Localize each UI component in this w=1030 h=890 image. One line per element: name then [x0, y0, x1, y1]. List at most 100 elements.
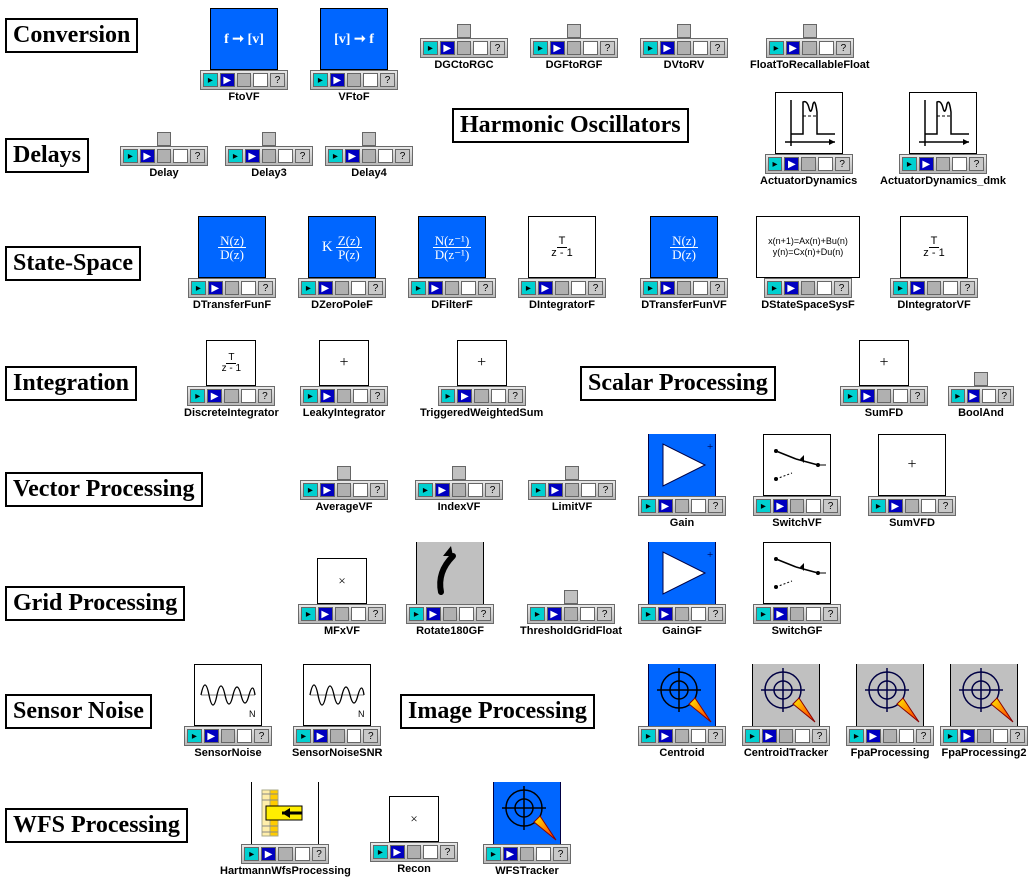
tb-help-icon[interactable]: ? — [478, 281, 493, 295]
tb-blank-icon[interactable] — [817, 281, 832, 295]
tb-help-icon[interactable]: ? — [834, 281, 849, 295]
tb-play-icon[interactable]: ▶ — [960, 729, 975, 743]
tb-blank-icon[interactable] — [253, 73, 268, 87]
tb-play-icon[interactable]: ▶ — [345, 149, 360, 163]
tb-stop-icon[interactable] — [335, 281, 350, 295]
tb-stop-icon[interactable] — [883, 729, 898, 743]
tb-blank-icon[interactable] — [347, 729, 362, 743]
tb-in-icon[interactable]: ▸ — [843, 389, 858, 403]
toolbar[interactable]: ▸▶? — [184, 726, 272, 746]
tb-in-icon[interactable]: ▸ — [373, 845, 388, 859]
tb-stop-icon[interactable] — [347, 73, 362, 87]
toolbar[interactable]: ▸▶? — [638, 604, 726, 624]
toolbar[interactable]: ▸▶? — [840, 386, 928, 406]
tb-play-icon[interactable]: ▶ — [457, 389, 472, 403]
tb-stop-icon[interactable] — [278, 847, 293, 861]
tb-blank-icon[interactable] — [693, 281, 708, 295]
tb-blank-icon[interactable] — [952, 157, 967, 171]
tb-in-icon[interactable]: ▸ — [187, 729, 202, 743]
tb-in-icon[interactable]: ▸ — [244, 847, 259, 861]
tb-play-icon[interactable]: ▶ — [320, 483, 335, 497]
tb-in-icon[interactable]: ▸ — [951, 389, 965, 403]
tb-stop-icon[interactable] — [262, 149, 277, 163]
block-rotate180gf[interactable]: ▸▶? Rotate180GF — [406, 542, 494, 637]
tb-help-icon[interactable]: ? — [380, 73, 395, 87]
toolbar[interactable]: ▸▶? — [438, 386, 526, 406]
tb-in-icon[interactable]: ▸ — [768, 157, 783, 171]
tb-play-icon[interactable]: ▶ — [658, 499, 673, 513]
tb-play-icon[interactable]: ▶ — [435, 483, 450, 497]
block-dtransferfunf[interactable]: N(z)D(z) ▸▶? DTransferFunF — [188, 216, 276, 311]
tb-play-icon[interactable]: ▶ — [318, 607, 333, 621]
tb-help-icon[interactable]: ? — [370, 483, 385, 497]
tb-stop-icon[interactable] — [801, 157, 816, 171]
toolbar[interactable]: ▸▶? — [890, 278, 978, 298]
tb-stop-icon[interactable] — [225, 281, 240, 295]
toolbar[interactable]: ▸▶? — [638, 496, 726, 516]
tb-stop-icon[interactable] — [337, 483, 352, 497]
tb-help-icon[interactable]: ? — [916, 729, 931, 743]
toolbar[interactable]: ▸▶? — [483, 844, 571, 864]
block-indexvf[interactable]: ▸▶? IndexVF — [415, 466, 503, 513]
tb-in-icon[interactable]: ▸ — [521, 281, 536, 295]
tb-play-icon[interactable]: ▶ — [658, 729, 673, 743]
tb-help-icon[interactable]: ? — [1010, 729, 1025, 743]
toolbar[interactable]: ▸▶? — [765, 154, 853, 174]
tb-in-icon[interactable]: ▸ — [871, 499, 886, 513]
tb-play-icon[interactable]: ▶ — [762, 729, 777, 743]
tb-help-icon[interactable]: ? — [258, 389, 273, 403]
tb-blank-icon[interactable] — [921, 499, 936, 513]
tb-help-icon[interactable]: ? — [998, 389, 1012, 403]
block-centroidtrack[interactable]: ▸▶? CentroidTracker — [742, 664, 830, 759]
block-dtransferfunvf[interactable]: N(z)D(z) ▸▶? DTransferFunVF — [640, 216, 728, 311]
tb-in-icon[interactable]: ▸ — [531, 483, 546, 497]
tb-blank-icon[interactable] — [581, 483, 596, 497]
toolbar[interactable]: ▸▶? — [753, 604, 841, 624]
block-switchgf[interactable]: ▸▶? SwitchGF — [753, 542, 841, 637]
tb-stop-icon[interactable] — [157, 149, 172, 163]
tb-stop-icon[interactable] — [330, 729, 345, 743]
tb-play-icon[interactable]: ▶ — [910, 281, 925, 295]
toolbar[interactable]: ▸▶? — [940, 726, 1028, 746]
block-sumfd[interactable]: + ▸▶? SumFD — [840, 340, 928, 419]
tb-stop-icon[interactable] — [677, 41, 692, 55]
block-ftovf[interactable]: f ➞ [v] ▸ ▶ ? FtoVF — [200, 8, 288, 103]
block-trigwsum[interactable]: + ▸▶? TriggeredWeightedSum — [420, 340, 543, 419]
tb-stop-icon[interactable] — [565, 483, 580, 497]
toolbar[interactable]: ▸▶? — [310, 70, 398, 90]
tb-stop-icon[interactable] — [564, 607, 579, 621]
tb-help-icon[interactable]: ? — [190, 149, 205, 163]
toolbar[interactable]: ▸▶? — [225, 146, 313, 166]
tb-stop-icon[interactable] — [335, 607, 350, 621]
tb-help-icon[interactable]: ? — [812, 729, 827, 743]
tb-play-icon[interactable]: ▶ — [547, 607, 562, 621]
tb-stop-icon[interactable] — [675, 499, 690, 513]
tb-play-icon[interactable]: ▶ — [538, 281, 553, 295]
tb-in-icon[interactable]: ▸ — [943, 729, 958, 743]
block-delay[interactable]: ▸▶? Delay — [120, 132, 208, 179]
block-threshgf[interactable]: ▸▶? ThresholdGridFloat — [520, 590, 622, 637]
block-actdyndmk[interactable]: ▸▶? ActuatorDynamics_dmk — [880, 92, 1006, 187]
tb-blank-icon[interactable] — [583, 41, 598, 55]
tb-blank-icon[interactable] — [351, 281, 366, 295]
tb-blank-icon[interactable] — [363, 73, 378, 87]
tb-play-icon[interactable]: ▶ — [919, 157, 934, 171]
tb-help-icon[interactable]: ? — [363, 729, 378, 743]
tb-stop-icon[interactable] — [779, 729, 794, 743]
tb-in-icon[interactable]: ▸ — [228, 149, 243, 163]
block-dzeropolef[interactable]: KZ(z)P(z) ▸▶? DZeroPoleF — [298, 216, 386, 311]
block-mfxvf[interactable]: × ▸▶? MFxVF — [298, 558, 386, 637]
tb-play-icon[interactable]: ▶ — [140, 149, 155, 163]
tb-blank-icon[interactable] — [993, 729, 1008, 743]
tb-blank-icon[interactable] — [461, 281, 476, 295]
tb-play-icon[interactable]: ▶ — [428, 281, 443, 295]
tb-play-icon[interactable]: ▶ — [318, 281, 333, 295]
tb-help-icon[interactable]: ? — [710, 41, 725, 55]
tb-in-icon[interactable]: ▸ — [533, 41, 548, 55]
tb-stop-icon[interactable] — [675, 729, 690, 743]
tb-blank-icon[interactable] — [241, 281, 256, 295]
tb-in-icon[interactable]: ▸ — [191, 281, 206, 295]
tb-stop-icon[interactable] — [520, 847, 535, 861]
toolbar[interactable]: ▸▶? — [187, 386, 275, 406]
block-limitvf[interactable]: ▸▶? LimitVF — [528, 466, 616, 513]
